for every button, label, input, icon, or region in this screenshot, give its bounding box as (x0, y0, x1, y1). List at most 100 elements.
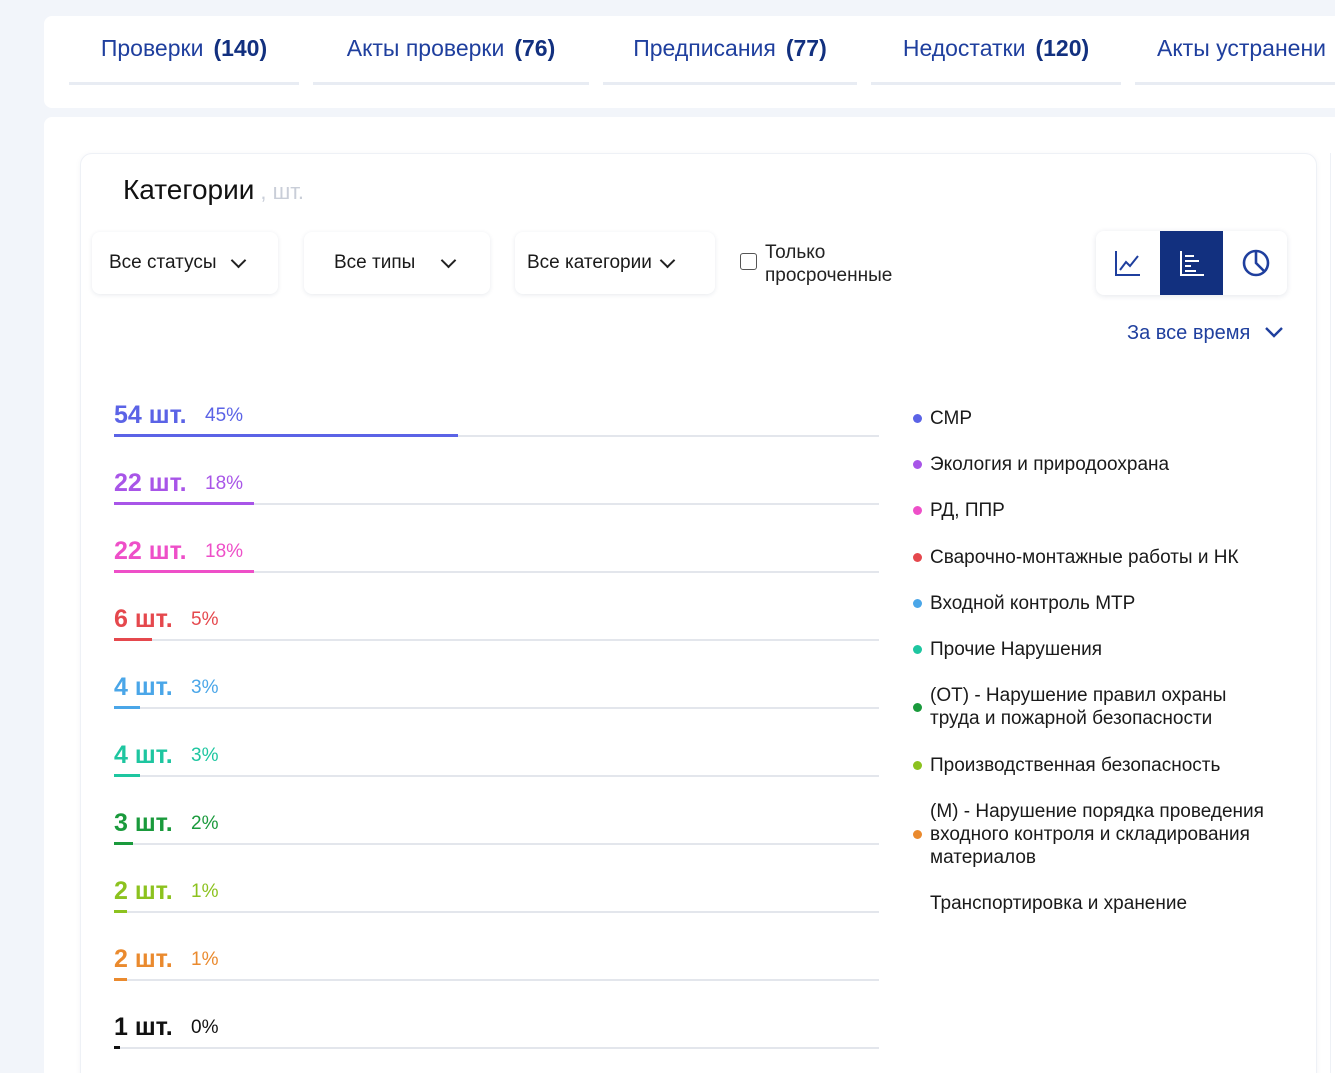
period-selector[interactable]: За все время (1127, 322, 1250, 345)
legend-dot-icon (913, 645, 922, 654)
type-filter-dropdown[interactable]: Все типы (304, 232, 490, 294)
legend-item: РД, ППР (913, 499, 1005, 522)
chevron-down-icon (230, 252, 246, 269)
bar-percent-label: 2% (191, 813, 219, 834)
chart-view-toggle (1096, 231, 1287, 295)
bar-row[interactable]: 22 шт. 18% (114, 534, 879, 574)
tab-count: (140) (213, 35, 268, 61)
chevron-down-icon (441, 252, 457, 269)
legend-label: Входной контроль МТР (930, 593, 1136, 614)
legend-dot-icon (913, 599, 922, 608)
legend-dot-icon (913, 460, 922, 469)
status-filter-dropdown[interactable]: Все статусы (92, 232, 278, 294)
bar-count-label: 4 шт. (114, 741, 173, 769)
tab-1[interactable]: Проверки (140) (69, 30, 299, 85)
legend-item: (М) - Нарушение порядка проведения входн… (913, 800, 1273, 869)
legend-item: Входной контроль МТР (913, 592, 1135, 615)
chevron-down-icon (659, 252, 676, 269)
legend-item: Производственная безопасность (913, 754, 1220, 777)
legend-label: (ОТ) - Нарушение правил охраны труда и п… (930, 685, 1227, 729)
bar-track (114, 1047, 879, 1049)
bar-count-label: 54 шт. (114, 401, 187, 429)
legend-dot-icon (913, 702, 922, 712)
overdue-checkbox[interactable] (740, 253, 757, 270)
bar-percent-label: 1% (191, 949, 219, 970)
legend-item: (ОТ) - Нарушение правил охраны труда и п… (913, 684, 1273, 730)
bar-fill (114, 434, 459, 437)
bar-track (114, 707, 879, 709)
category-filter-label: Все категории (527, 252, 652, 273)
bar-chart-icon (1179, 251, 1204, 276)
overdue-label-line2: просроченные (765, 265, 893, 286)
bar-track (114, 639, 879, 641)
panel-title-text: Категории (123, 174, 255, 205)
status-filter-label: Все статусы (109, 252, 217, 273)
bar-row[interactable]: 3 шт. 2% (114, 806, 879, 846)
tab-2[interactable]: Акты проверки (76) (313, 30, 589, 85)
bar-count-label: 1 шт. (114, 1013, 173, 1041)
legend-label: Прочие Нарушения (930, 639, 1103, 660)
bar-fill (114, 570, 255, 573)
bar-percent-label: 3% (191, 677, 219, 698)
bar-row[interactable]: 2 шт. 1% (114, 942, 879, 982)
legend-dot-icon (913, 830, 922, 839)
bar-row[interactable]: 4 шт. 3% (114, 670, 879, 710)
line-chart-icon (1114, 251, 1140, 276)
bar-row[interactable]: 4 шт. 3% (114, 738, 879, 778)
bar-row[interactable]: 6 шт. 5% (114, 602, 879, 642)
bar-percent-label: 45% (205, 405, 244, 426)
legend-label: Производственная безопасность (930, 755, 1221, 776)
pie-chart-view-button[interactable] (1224, 231, 1287, 295)
bar-percent-label: 1% (191, 881, 219, 902)
bar-fill (114, 910, 127, 913)
tab-4[interactable]: Недостатки (120) (871, 30, 1121, 85)
bar-percent-label: 5% (191, 609, 219, 630)
tab-label: Акты проверки (346, 35, 505, 61)
bar-track (114, 843, 879, 845)
tab-5[interactable]: Акты устранени (1135, 30, 1335, 85)
bar-fill (114, 638, 153, 641)
pie-chart-icon (1242, 249, 1269, 277)
legend-item: Прочие Нарушения (913, 638, 1102, 661)
bar-chart-view-button[interactable] (1160, 231, 1223, 295)
bar-row[interactable]: 1 шт. 0% (114, 1010, 879, 1050)
category-filter-dropdown[interactable]: Все категории (515, 232, 715, 294)
bar-row[interactable]: 54 шт. 45% (114, 398, 879, 438)
bar-count-label: 6 шт. (114, 605, 173, 633)
bar-count-label: 4 шт. (114, 673, 173, 701)
legend-item: Транспортировка и хранение (913, 892, 1187, 915)
legend-dot-icon (913, 414, 922, 423)
tab-3[interactable]: Предписания (77) (603, 30, 857, 85)
legend-label: Экология и природоохрана (930, 454, 1170, 475)
bar-percent-label: 3% (191, 745, 219, 766)
panel-title-unit: , шт. (260, 179, 304, 204)
legend-item: Экология и природоохрана (913, 453, 1169, 476)
tab-label: Недостатки (902, 35, 1026, 61)
bar-count-label: 2 шт. (114, 945, 173, 973)
bar-fill (114, 1046, 121, 1049)
legend-label: (М) - Нарушение порядка проведения входн… (930, 801, 1264, 868)
legend-label: СМР (930, 408, 973, 429)
bar-fill (114, 842, 134, 845)
tab-label: Предписания (633, 35, 776, 61)
tab-count: (77) (785, 35, 827, 61)
type-filter-label: Все типы (334, 252, 416, 273)
overdue-checkbox-label[interactable]: Только просроченные (765, 241, 892, 287)
bar-row[interactable]: 22 шт. 18% (114, 466, 879, 506)
bar-row[interactable]: 2 шт. 1% (114, 874, 879, 914)
bar-track (114, 775, 879, 777)
tab-count: (120) (1035, 35, 1090, 61)
legend-dot-icon (913, 899, 922, 908)
bar-percent-label: 18% (205, 541, 244, 562)
legend-label: РД, ППР (930, 500, 1005, 521)
legend-dot-icon (913, 506, 922, 515)
bar-fill (114, 978, 127, 981)
line-chart-view-button[interactable] (1096, 231, 1159, 295)
legend-label: Сварочно-монтажные работы и НК (930, 547, 1239, 568)
bar-count-label: 2 шт. (114, 877, 173, 905)
bar-percent-label: 18% (205, 473, 244, 494)
bar-fill (114, 706, 140, 709)
bar-fill (114, 774, 140, 777)
bar-count-label: 22 шт. (114, 469, 187, 497)
chevron-down-icon[interactable] (1264, 322, 1284, 342)
